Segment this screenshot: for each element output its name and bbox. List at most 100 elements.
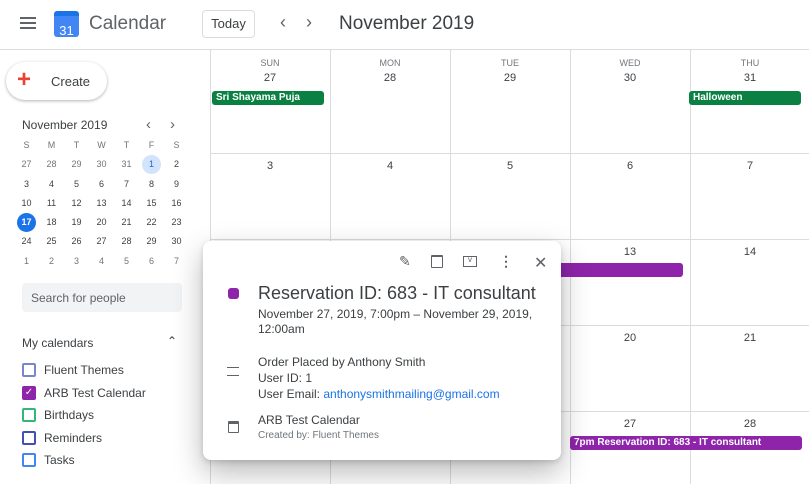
create-button[interactable]: + Create bbox=[6, 62, 107, 100]
mini-day-number: 13 bbox=[96, 197, 107, 208]
calendar-item[interactable]: Reminders bbox=[22, 430, 102, 445]
day-number[interactable]: 5 bbox=[450, 160, 570, 172]
edit-icon[interactable]: ✎ bbox=[399, 253, 411, 270]
day-number[interactable]: 20 bbox=[570, 332, 690, 344]
more-options-icon[interactable]: ⋮ bbox=[499, 253, 513, 270]
calendar-checkbox[interactable] bbox=[22, 430, 36, 445]
delete-icon[interactable] bbox=[431, 255, 443, 268]
event-reservation[interactable]: 7pm Reservation ID: 683 - IT consultant bbox=[570, 436, 802, 450]
calendar-item[interactable]: ✓ ARB Test Calendar bbox=[22, 385, 146, 400]
mini-day[interactable]: 1 bbox=[14, 252, 39, 271]
mini-day[interactable]: 25 bbox=[39, 232, 64, 251]
mini-day[interactable]: 24 bbox=[14, 232, 39, 251]
calendar-checkbox[interactable] bbox=[22, 363, 36, 377]
description-line: Order Placed by Anthony Smith bbox=[258, 355, 426, 369]
mini-day[interactable]: 10 bbox=[14, 194, 39, 213]
mini-day[interactable]: 29 bbox=[64, 155, 89, 174]
today-button[interactable]: Today bbox=[202, 10, 255, 38]
mini-day[interactable]: 29 bbox=[139, 232, 164, 251]
day-number[interactable]: 29 bbox=[450, 72, 570, 84]
mini-day[interactable]: 13 bbox=[89, 194, 114, 213]
day-number[interactable]: 7 bbox=[690, 160, 809, 172]
my-calendars-heading[interactable]: My calendars bbox=[22, 336, 93, 350]
day-number[interactable]: 28 bbox=[690, 418, 809, 430]
email-link[interactable]: anthonysmithmailing@gmail.com bbox=[323, 387, 499, 401]
chevron-up-icon[interactable]: ⌃ bbox=[167, 334, 177, 348]
mini-day[interactable]: 30 bbox=[164, 232, 189, 251]
app-title: Calendar bbox=[89, 13, 167, 34]
day-number[interactable]: 3 bbox=[210, 160, 330, 172]
mini-day[interactable]: 6 bbox=[89, 175, 114, 194]
mini-day[interactable]: 17 bbox=[14, 213, 39, 233]
mini-day[interactable]: 3 bbox=[64, 252, 89, 271]
event-sri-shayama-puja[interactable]: Sri Shayama Puja bbox=[212, 91, 324, 105]
day-number[interactable]: 30 bbox=[570, 72, 690, 84]
description-email-line: User Email: anthonysmithmailing@gmail.co… bbox=[258, 387, 500, 401]
day-number[interactable]: 6 bbox=[570, 160, 690, 172]
mini-day[interactable]: 14 bbox=[114, 194, 139, 213]
mini-day[interactable]: 19 bbox=[64, 213, 89, 232]
day-number[interactable]: 31 bbox=[690, 72, 809, 84]
mini-day[interactable]: 27 bbox=[14, 155, 39, 174]
mini-day[interactable]: 18 bbox=[39, 213, 64, 232]
day-number[interactable]: 27 bbox=[210, 72, 330, 84]
mini-day-number: 19 bbox=[71, 217, 82, 228]
mini-day[interactable]: 23 bbox=[164, 213, 189, 232]
mini-day[interactable]: 26 bbox=[64, 232, 89, 251]
search-people-input[interactable]: Search for people bbox=[22, 283, 182, 312]
mini-day[interactable]: 2 bbox=[39, 252, 64, 271]
day-number[interactable]: 27 bbox=[570, 418, 690, 430]
mini-day[interactable]: 22 bbox=[139, 213, 164, 232]
mini-day-number: 7 bbox=[123, 178, 129, 189]
mini-day[interactable]: 8 bbox=[139, 175, 164, 194]
prev-period-button[interactable]: ‹ bbox=[280, 12, 286, 33]
calendar-checkbox[interactable]: ✓ bbox=[22, 385, 36, 400]
event-details-popup: ✎ v ⋮ ✕ Reservation ID: 683 - IT consult… bbox=[203, 241, 561, 460]
day-number[interactable]: 28 bbox=[330, 72, 450, 84]
next-period-button[interactable]: › bbox=[306, 12, 312, 33]
day-number[interactable]: 13 bbox=[570, 246, 690, 258]
mini-day[interactable]: 20 bbox=[89, 213, 114, 232]
event-title: Reservation ID: 683 - IT consultant bbox=[258, 283, 536, 303]
calendar-item[interactable]: Tasks bbox=[22, 453, 75, 467]
mini-day[interactable]: 28 bbox=[39, 155, 64, 174]
mini-day[interactable]: 2 bbox=[164, 155, 189, 174]
mini-day[interactable]: 12 bbox=[64, 194, 89, 213]
calendar-checkbox[interactable] bbox=[22, 453, 36, 467]
calendar-checkbox[interactable] bbox=[22, 408, 36, 422]
event-halloween[interactable]: Halloween bbox=[689, 91, 801, 105]
event-creator: Created by: Fluent Themes bbox=[258, 430, 379, 441]
mini-day[interactable]: 5 bbox=[114, 252, 139, 271]
mini-day[interactable]: 1 bbox=[139, 155, 164, 175]
mini-day-number: 4 bbox=[98, 255, 104, 266]
close-icon[interactable]: ✕ bbox=[534, 253, 547, 273]
mini-day[interactable]: 4 bbox=[39, 175, 64, 194]
day-number[interactable]: 14 bbox=[690, 246, 809, 258]
mini-day[interactable]: 11 bbox=[39, 194, 64, 213]
email-icon[interactable]: v bbox=[463, 256, 477, 267]
mini-day[interactable]: 30 bbox=[89, 155, 114, 174]
mini-day[interactable]: 27 bbox=[89, 232, 114, 251]
mini-prev-button[interactable]: ‹ bbox=[146, 116, 151, 133]
mini-day[interactable]: 31 bbox=[114, 155, 139, 174]
description-line: User ID: 1 bbox=[258, 371, 313, 385]
day-number[interactable]: 21 bbox=[690, 332, 809, 344]
mini-day[interactable]: 7 bbox=[114, 175, 139, 194]
calendar-item[interactable]: Birthdays bbox=[22, 408, 94, 422]
mini-day-number: 14 bbox=[121, 197, 132, 208]
mini-day[interactable]: 16 bbox=[164, 194, 189, 213]
description-icon bbox=[227, 367, 239, 376]
mini-day[interactable]: 4 bbox=[89, 252, 114, 271]
mini-day[interactable]: 6 bbox=[139, 252, 164, 271]
mini-day[interactable]: 3 bbox=[14, 175, 39, 194]
calendar-item[interactable]: Fluent Themes bbox=[22, 363, 124, 377]
mini-day[interactable]: 28 bbox=[114, 232, 139, 251]
mini-day[interactable]: 5 bbox=[64, 175, 89, 194]
mini-next-button[interactable]: › bbox=[170, 116, 175, 133]
day-number[interactable]: 4 bbox=[330, 160, 450, 172]
main-menu-icon[interactable] bbox=[20, 17, 36, 29]
mini-day[interactable]: 15 bbox=[139, 194, 164, 213]
mini-day[interactable]: 9 bbox=[164, 175, 189, 194]
mini-day[interactable]: 7 bbox=[164, 252, 189, 271]
mini-day[interactable]: 21 bbox=[114, 213, 139, 232]
